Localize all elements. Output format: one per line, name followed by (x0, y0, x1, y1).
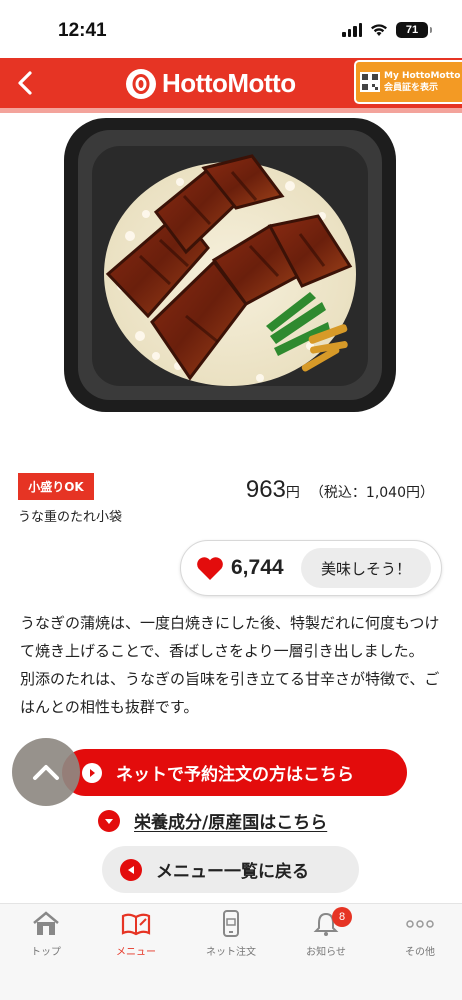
logo-mark-icon (126, 68, 156, 99)
arrow-right-icon (82, 762, 102, 783)
oishi-button[interactable]: 美味しそう！ (301, 548, 431, 588)
description-paragraph: うなぎの蒲焼は、一度白焼きにした後、特製だれに何度もつけて焼き上げることで、香ば… (20, 614, 440, 660)
status-icons: 71 (342, 22, 432, 38)
member-card-button[interactable]: My HottoMotto 会員証を表示 (354, 60, 462, 104)
member-card-label: My HottoMotto 会員証を表示 (384, 70, 460, 94)
back-button[interactable] (8, 66, 42, 100)
home-icon (31, 910, 61, 938)
more-icon (405, 910, 435, 938)
bell-icon: 8 (313, 907, 352, 938)
app-header: HottoMotto My HottoMotto 会員証を表示 (0, 58, 462, 108)
status-bar: 12:41 71 (0, 0, 462, 58)
hottomotto-logo: HottoMotto (126, 68, 296, 99)
price: 963 円 （税込：1,040円） (246, 476, 434, 504)
wifi-icon (371, 24, 387, 36)
nutrition-label: 栄養成分/原産国はこちら (134, 813, 328, 833)
nav-item-more[interactable]: その他 (374, 904, 462, 974)
sauce-note: うな重のたれ小袋 (18, 510, 123, 525)
bottom-nav: トップ メニュー ネット注文 8 お知らせ その他 (0, 903, 462, 1000)
nav-item-net-order[interactable]: ネット注文 (185, 904, 277, 974)
nav-label-news: お知らせ (306, 947, 346, 958)
like-box: 6,744 美味しそう！ (180, 540, 442, 596)
notification-badge: 8 (332, 907, 352, 927)
menu-book-icon (121, 910, 151, 938)
heart-icon[interactable] (196, 556, 224, 581)
price-tax-included: （税込：1,040円） (309, 485, 434, 501)
back-to-menu-button[interactable]: メニュー一覧に戻る (102, 846, 359, 893)
nav-label-net-order: ネット注文 (206, 947, 256, 958)
nav-item-top[interactable]: トップ (0, 904, 92, 974)
nav-label-top: トップ (31, 947, 61, 958)
nutrition-link[interactable]: 栄養成分/原産国はこちら (98, 808, 327, 833)
chevron-down-icon (98, 809, 120, 832)
description-paragraph: 別添のたれは、うなぎの旨味を引き立てる甘辛さが特徴で、ごはんとの相性も抜群です。 (20, 670, 440, 716)
nav-label-more: その他 (405, 947, 435, 958)
member-card-line2: 会員証を表示 (384, 83, 439, 93)
qr-code-icon (360, 72, 380, 92)
arrow-left-icon (120, 858, 142, 881)
price-unit: 円 (285, 485, 300, 501)
product-image (64, 118, 396, 412)
chevron-left-icon (18, 71, 32, 95)
price-value: 963 (245, 476, 286, 503)
member-card-line1: My HottoMotto (384, 71, 461, 81)
status-time: 12:41 (58, 20, 107, 41)
net-reserve-label: ネットで予約注文の方はこちら (116, 765, 354, 785)
scroll-top-button[interactable] (12, 738, 80, 806)
signal-icon (342, 23, 362, 37)
back-to-menu-label: メニュー一覧に戻る (156, 862, 309, 882)
nav-label-menu: メニュー (116, 947, 156, 958)
like-count: 6,744 (231, 556, 284, 579)
net-reserve-button[interactable]: ネットで予約注文の方はこちら (62, 749, 407, 796)
nav-item-news[interactable]: 8 お知らせ (280, 904, 372, 974)
nav-item-menu[interactable]: メニュー (90, 904, 182, 974)
header-stripe (0, 108, 462, 113)
phone-order-icon (220, 910, 242, 938)
product-description: うなぎの蒲焼は、一度白焼きにした後、特製だれに何度もつけて焼き上げることで、香ば… (20, 609, 445, 721)
battery-icon: 71 (396, 22, 432, 38)
small-portion-badge: 小盛りOK (18, 473, 94, 500)
logo-text: HottoMotto (162, 68, 296, 98)
chevron-up-icon (33, 765, 59, 780)
